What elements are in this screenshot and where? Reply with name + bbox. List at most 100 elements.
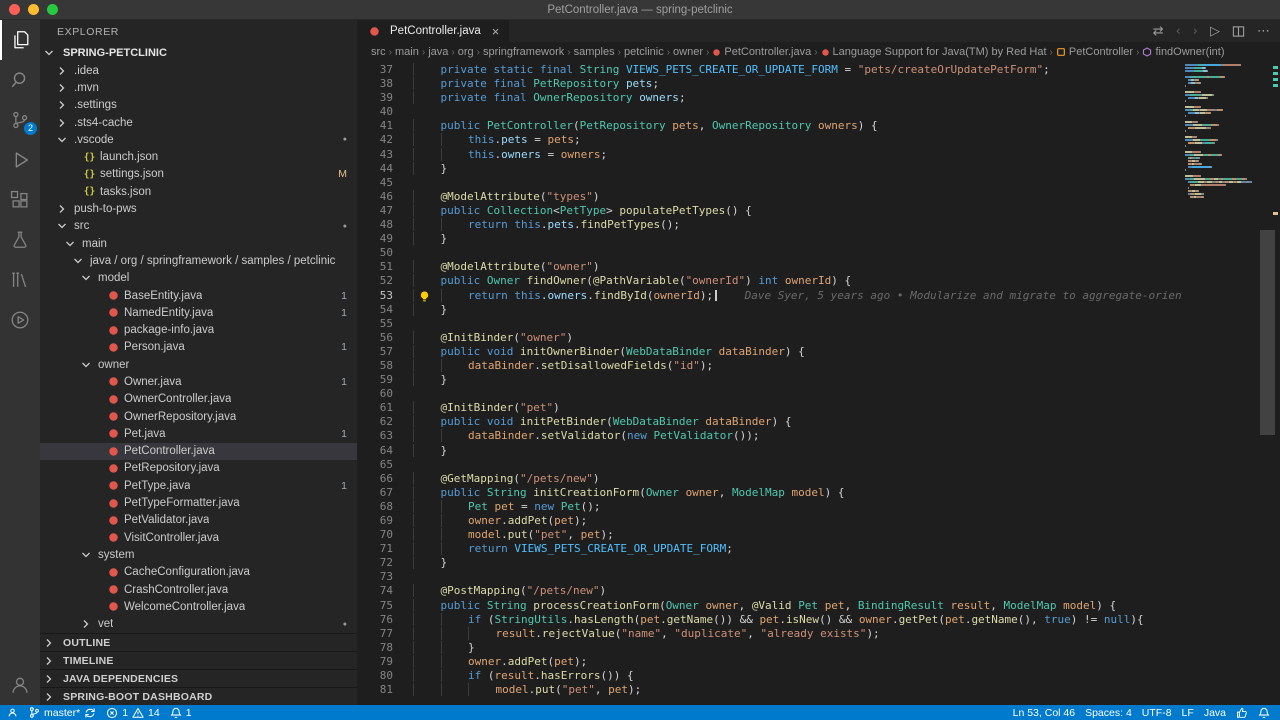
code-line[interactable]: 68 Pet pet = new Pet(); xyxy=(357,500,1183,514)
line-number[interactable]: 44 xyxy=(357,162,413,176)
close-tab-icon[interactable]: × xyxy=(492,24,500,39)
breadcrumb-item[interactable]: org xyxy=(458,46,474,58)
code-line[interactable]: 73 xyxy=(357,570,1183,584)
line-number[interactable]: 64 xyxy=(357,444,413,458)
file-item[interactable]: PetValidator.java xyxy=(40,512,357,529)
code-line[interactable]: 65 xyxy=(357,458,1183,472)
title-bar[interactable]: PetController.java — spring-petclinic xyxy=(0,0,1280,20)
code-line[interactable]: 55 xyxy=(357,317,1183,331)
run-file-icon[interactable]: ▷ xyxy=(1210,25,1220,38)
file-item[interactable]: Person.java1 xyxy=(40,339,357,356)
code-line[interactable]: 63 dataBinder.setValidator(new PetValida… xyxy=(357,429,1183,443)
code-line[interactable]: 70 model.put("pet", pet); xyxy=(357,528,1183,542)
code-line[interactable]: 61 @InitBinder("pet") xyxy=(357,401,1183,415)
split-editor-icon[interactable] xyxy=(1232,25,1245,38)
line-number[interactable]: 60 xyxy=(357,387,413,401)
close-window-button[interactable] xyxy=(9,4,20,15)
project-header[interactable]: SPRING-PETCLINIC xyxy=(40,44,357,62)
line-number[interactable]: 40 xyxy=(357,105,413,119)
breadcrumb-item[interactable]: main xyxy=(395,46,419,58)
folder-item[interactable]: owner xyxy=(40,356,357,373)
java-status-icon[interactable] xyxy=(1236,705,1248,720)
code-line[interactable]: 77 result.rejectValue("name", "duplicate… xyxy=(357,627,1183,641)
file-item[interactable]: PetType.java1 xyxy=(40,477,357,494)
line-number[interactable]: 79 xyxy=(357,655,413,669)
line-number[interactable]: 62 xyxy=(357,415,413,429)
source-control-icon[interactable]: 2 xyxy=(0,100,40,140)
line-number[interactable]: 52 xyxy=(357,274,413,288)
lightbulb-icon[interactable] xyxy=(419,290,430,303)
code-line[interactable]: 46 @ModelAttribute("types") xyxy=(357,190,1183,204)
code-line[interactable]: 52 public Owner findOwner(@PathVariable(… xyxy=(357,274,1183,288)
code-line[interactable]: 37 private static final String VIEWS_PET… xyxy=(357,63,1183,77)
code-line[interactable]: 62 public void initPetBinder(WebDataBind… xyxy=(357,415,1183,429)
eol-indicator[interactable]: LF xyxy=(1182,705,1194,720)
line-number[interactable]: 39 xyxy=(357,91,413,105)
folder-item[interactable]: .sts4-cache xyxy=(40,114,357,131)
extensions-icon[interactable] xyxy=(0,180,40,220)
code-line[interactable]: 78 } xyxy=(357,641,1183,655)
line-number[interactable]: 49 xyxy=(357,232,413,246)
more-actions-icon[interactable]: ⋯ xyxy=(1257,25,1270,38)
line-number[interactable]: 47 xyxy=(357,204,413,218)
code-line[interactable]: 67 public String initCreationForm(Owner … xyxy=(357,486,1183,500)
language-indicator[interactable]: Java xyxy=(1204,705,1226,720)
java-projects-icon[interactable] xyxy=(0,260,40,300)
folder-item[interactable]: java / org / springframework / samples /… xyxy=(40,252,357,269)
code-line[interactable]: 81 model.put("pet", pet); xyxy=(357,683,1183,697)
line-number[interactable]: 77 xyxy=(357,627,413,641)
file-item[interactable]: OwnerController.java xyxy=(40,391,357,408)
line-number[interactable]: 68 xyxy=(357,500,413,514)
spring-boot-dashboard-icon[interactable] xyxy=(0,300,40,340)
line-number[interactable]: 59 xyxy=(357,373,413,387)
line-number[interactable]: 50 xyxy=(357,246,413,260)
line-number[interactable]: 67 xyxy=(357,486,413,500)
file-item[interactable]: {}tasks.json xyxy=(40,183,357,200)
breadcrumb-item[interactable]: petclinic xyxy=(624,46,664,58)
code-line[interactable]: 41 public PetController(PetRepository pe… xyxy=(357,119,1183,133)
file-item[interactable]: NamedEntity.java1 xyxy=(40,304,357,321)
breadcrumb-item[interactable]: PetController.java xyxy=(712,46,811,58)
code-line[interactable]: 50 xyxy=(357,246,1183,260)
breadcrumb-item[interactable]: springframework xyxy=(483,46,564,58)
line-number[interactable]: 61 xyxy=(357,401,413,415)
folder-item[interactable]: system xyxy=(40,546,357,563)
code-line[interactable]: 51 @ModelAttribute("owner") xyxy=(357,260,1183,274)
line-number[interactable]: 75 xyxy=(357,599,413,613)
file-item[interactable]: PetTypeFormatter.java xyxy=(40,494,357,511)
code-line[interactable]: 59 } xyxy=(357,373,1183,387)
tab-petcontroller[interactable]: PetController.java × xyxy=(357,20,509,42)
breadcrumb-item[interactable]: src xyxy=(371,46,386,58)
code-line[interactable]: 75 public String processCreationForm(Own… xyxy=(357,599,1183,613)
code-line[interactable]: 79 owner.addPet(pet); xyxy=(357,655,1183,669)
breadcrumb-item[interactable]: samples xyxy=(574,46,615,58)
line-number[interactable]: 76 xyxy=(357,613,413,627)
explorer-icon[interactable] xyxy=(0,20,40,60)
line-number[interactable]: 54 xyxy=(357,303,413,317)
minimap[interactable] xyxy=(1183,62,1256,705)
line-number[interactable]: 73 xyxy=(357,570,413,584)
account-icon[interactable] xyxy=(0,665,40,705)
code-line[interactable]: 53 return this.owners.findById(ownerId);… xyxy=(357,289,1183,303)
code-line[interactable]: 43 this.owners = owners; xyxy=(357,148,1183,162)
code-line[interactable]: 58 dataBinder.setDisallowedFields("id"); xyxy=(357,359,1183,373)
file-item[interactable]: Pet.java1 xyxy=(40,425,357,442)
breadcrumb-item[interactable]: owner xyxy=(673,46,703,58)
search-icon[interactable] xyxy=(0,60,40,100)
open-changes-icon[interactable]: ⇄ xyxy=(1153,25,1164,38)
sidebar-section-outline[interactable]: OUTLINE xyxy=(40,633,357,651)
line-number[interactable]: 71 xyxy=(357,542,413,556)
line-number[interactable]: 69 xyxy=(357,514,413,528)
line-number[interactable]: 70 xyxy=(357,528,413,542)
file-item[interactable]: package-info.java xyxy=(40,321,357,338)
code-line[interactable]: 54 } xyxy=(357,303,1183,317)
file-item[interactable]: CrashController.java xyxy=(40,581,357,598)
run-debug-icon[interactable] xyxy=(0,140,40,180)
line-number[interactable]: 66 xyxy=(357,472,413,486)
scrollbar-thumb[interactable] xyxy=(1260,230,1275,435)
line-number[interactable]: 65 xyxy=(357,458,413,472)
code-line[interactable]: 72 } xyxy=(357,556,1183,570)
code-line[interactable]: 57 public void initOwnerBinder(WebDataBi… xyxy=(357,345,1183,359)
code-line[interactable]: 40 xyxy=(357,105,1183,119)
file-item[interactable]: {}settings.jsonM xyxy=(40,166,357,183)
